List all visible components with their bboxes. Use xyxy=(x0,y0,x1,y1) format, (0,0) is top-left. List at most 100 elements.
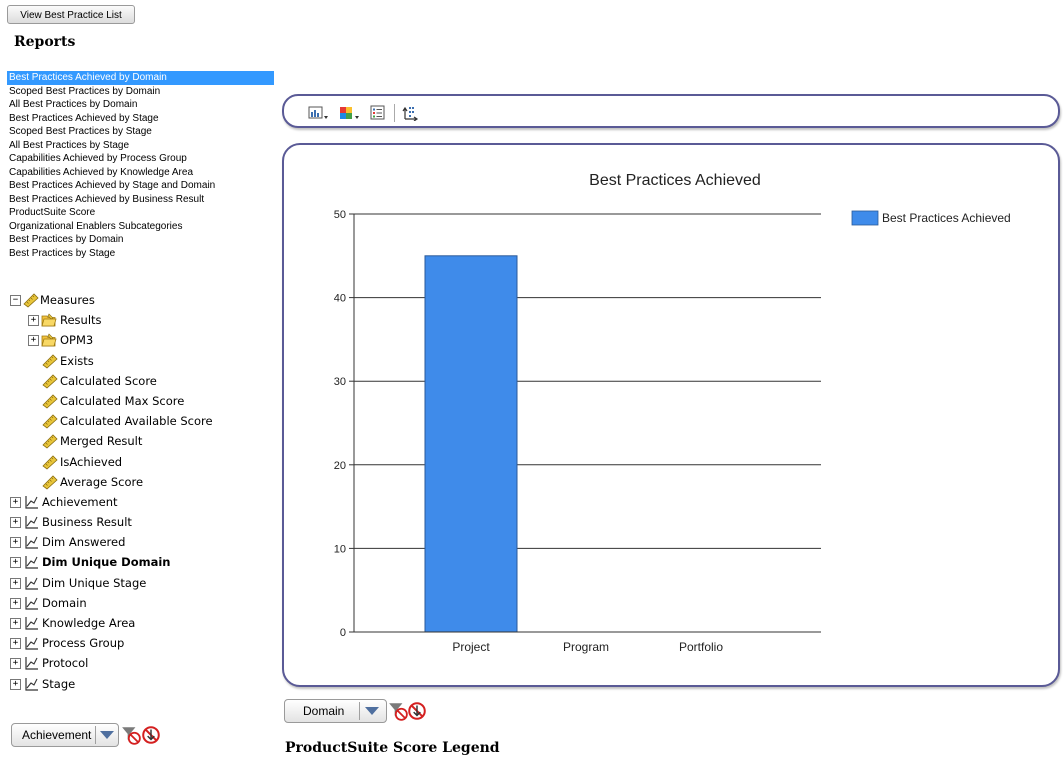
report-item[interactable]: Best Practices by Stage xyxy=(7,247,274,261)
expand-toggle[interactable]: + xyxy=(10,658,21,670)
expand-toggle[interactable]: + xyxy=(10,537,21,549)
ruler-icon xyxy=(42,474,58,490)
legend-icon[interactable] xyxy=(370,105,386,121)
dimension-icon xyxy=(23,534,39,550)
folder-icon xyxy=(41,332,57,348)
bar-project[interactable] xyxy=(424,255,518,633)
ruler-icon xyxy=(42,433,58,449)
tree-node-label: Dim Unique Domain xyxy=(42,555,171,570)
tree-node-label: Dim Unique Stage xyxy=(42,575,147,590)
y-tick-label: 10 xyxy=(334,543,346,555)
chart-gridlines xyxy=(354,213,821,549)
chevron-down-icon[interactable] xyxy=(100,731,114,739)
dimension-icon xyxy=(23,635,39,651)
tree-node-label: Protocol xyxy=(42,656,89,671)
y-tick-label: 20 xyxy=(334,460,346,472)
tree-node-label: Business Result xyxy=(42,515,132,530)
tree-node-label: Measures xyxy=(40,293,95,307)
report-item[interactable]: Best Practices Achieved by Stage and Dom… xyxy=(7,179,274,193)
domain-dropdown[interactable]: Domain xyxy=(284,699,387,723)
dropdown-divider xyxy=(359,702,360,720)
report-item[interactable]: Best Practices by Domain xyxy=(7,233,274,247)
tree-node-label: Achievement xyxy=(42,494,118,509)
productsuite-score-legend-title: ProductSuite Score Legend xyxy=(285,740,500,756)
x-tick-label: Portfolio xyxy=(679,640,723,654)
tree-node-label: Domain xyxy=(42,595,87,610)
ruler-icon xyxy=(42,454,58,470)
reports-title: Reports xyxy=(14,34,76,50)
tree-node-label: OPM3 xyxy=(60,333,94,348)
expand-toggle[interactable]: + xyxy=(10,678,21,690)
swap-axes-icon[interactable] xyxy=(402,105,420,121)
view-best-practice-list-button[interactable]: View Best Practice List xyxy=(7,5,135,24)
dimension-icon xyxy=(23,554,39,570)
tree-node-label: Merged Result xyxy=(60,434,143,449)
tree-node-label: IsAchieved xyxy=(60,454,123,469)
dimension-icon xyxy=(23,615,39,631)
reports-list[interactable]: Best Practices Achieved by Domain Scoped… xyxy=(7,71,274,260)
clear-filter-icon[interactable] xyxy=(388,701,408,721)
ruler-icon xyxy=(42,373,58,389)
report-item[interactable]: Scoped Best Practices by Domain xyxy=(7,85,274,99)
report-item[interactable]: Organizational Enablers Subcategories xyxy=(7,220,274,234)
folder-icon xyxy=(41,312,57,328)
tree-node-label: Results xyxy=(60,313,102,328)
dropdown-value: Domain xyxy=(303,704,345,718)
tree-node-label: Knowledge Area xyxy=(42,616,136,630)
ruler-icon xyxy=(23,292,39,308)
dimension-icon xyxy=(23,676,39,692)
clear-sort-icon[interactable] xyxy=(141,725,161,745)
legend-swatch xyxy=(851,210,879,226)
report-item[interactable]: ProductSuite Score xyxy=(7,206,274,220)
tree-node-label: Calculated Available Score xyxy=(60,414,213,429)
ruler-icon xyxy=(42,353,58,369)
clear-filter-icon[interactable] xyxy=(121,725,141,745)
y-axis-ticks: 0 10 20 30 40 50 xyxy=(334,209,354,639)
report-item[interactable]: Capabilities Achieved by Knowledge Area xyxy=(7,166,274,180)
ruler-icon xyxy=(42,393,58,409)
expand-toggle[interactable]: + xyxy=(10,618,21,629)
dropdown-divider xyxy=(95,726,96,744)
chart-bars xyxy=(424,255,518,633)
tree-node-label: Stage xyxy=(42,676,76,691)
clear-sort-icon[interactable] xyxy=(407,701,427,721)
expand-toggle[interactable]: + xyxy=(10,597,21,609)
dimension-icon xyxy=(23,655,39,671)
expand-toggle[interactable]: + xyxy=(10,638,21,650)
report-item[interactable]: All Best Practices by Stage xyxy=(7,139,274,153)
achievement-dropdown[interactable]: Achievement xyxy=(11,723,119,747)
y-tick-label: 0 xyxy=(340,627,346,639)
dimension-icon xyxy=(23,575,39,591)
dropdown-value: Achievement xyxy=(22,728,92,742)
chart-title: Best Practices Achieved xyxy=(589,172,761,189)
report-item[interactable]: Best Practices Achieved by Stage xyxy=(7,112,274,126)
dimension-icon xyxy=(23,595,39,611)
collapse-toggle[interactable]: − xyxy=(10,295,21,306)
x-tick-label: Project xyxy=(452,640,490,654)
ruler-icon xyxy=(42,413,58,429)
report-item[interactable]: Capabilities Achieved by Process Group xyxy=(7,152,274,166)
chevron-down-icon[interactable] xyxy=(365,707,379,715)
expand-toggle[interactable]: + xyxy=(10,496,21,508)
y-tick-label: 40 xyxy=(334,293,346,305)
chart-panel: Best Practices Achieved 0 10 20 30 40 50 Proj… xyxy=(282,143,1060,687)
y-tick-label: 30 xyxy=(334,376,346,388)
report-item[interactable]: Best Practices Achieved by Business Resu… xyxy=(7,193,274,207)
report-item[interactable]: All Best Practices by Domain xyxy=(7,98,274,112)
expand-toggle[interactable]: + xyxy=(10,557,21,569)
report-item[interactable]: Scoped Best Practices by Stage xyxy=(7,125,274,139)
chart-type-icon[interactable] xyxy=(308,105,330,121)
tree-node-label: Calculated Max Score xyxy=(60,393,185,408)
tree-node-label: Process Group xyxy=(42,636,125,651)
dimension-icon xyxy=(23,494,39,510)
expand-toggle[interactable]: + xyxy=(10,517,21,529)
expand-toggle[interactable]: + xyxy=(10,577,21,589)
report-item[interactable]: Best Practices Achieved by Domain xyxy=(7,71,274,85)
bar-chart: Best Practices Achieved 0 10 20 30 40 50 Proj… xyxy=(334,172,1011,654)
color-palette-icon[interactable] xyxy=(339,105,361,121)
x-tick-label: Program xyxy=(563,640,609,654)
chart-toolbar xyxy=(282,94,1060,128)
tree-node-label: Exists xyxy=(60,353,94,368)
expand-toggle[interactable]: + xyxy=(28,335,39,347)
expand-toggle[interactable]: + xyxy=(28,315,39,327)
